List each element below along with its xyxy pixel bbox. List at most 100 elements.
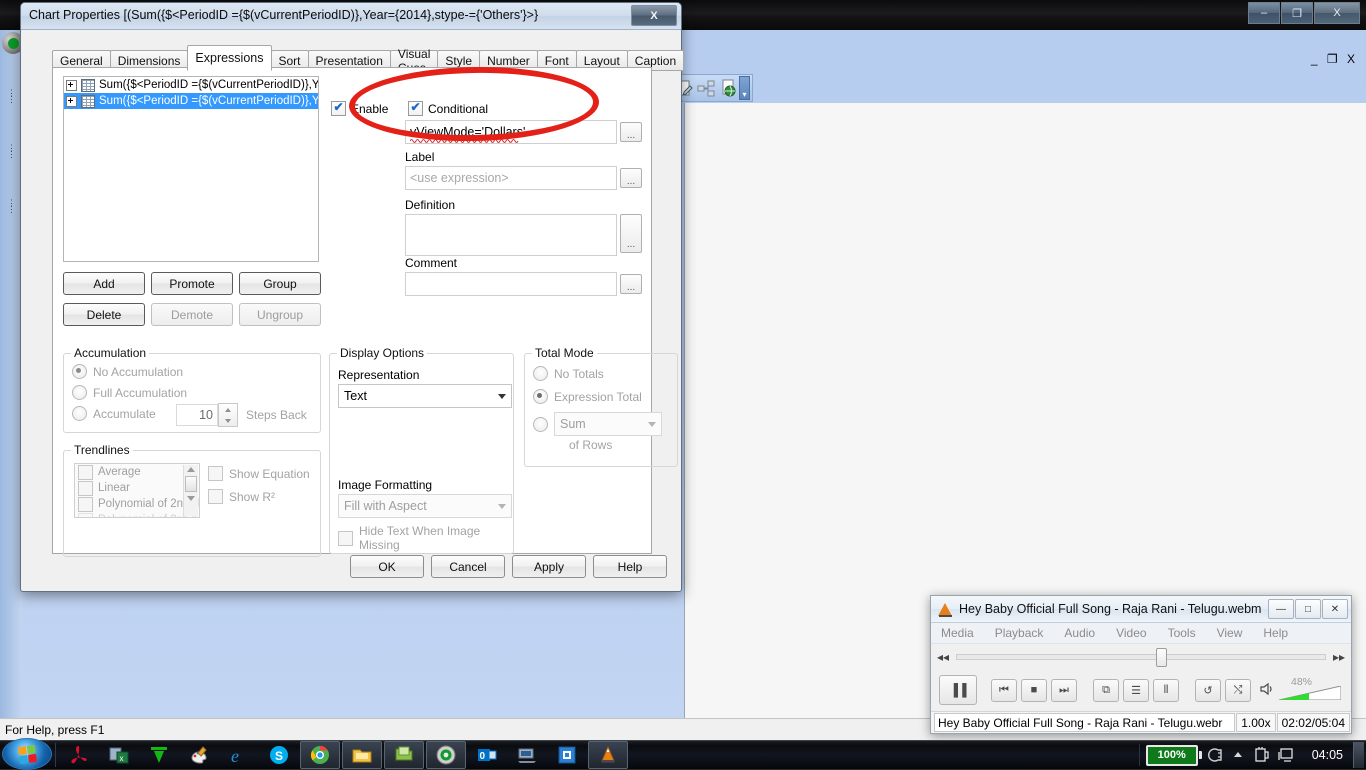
label-input[interactable]: <use expression> — [405, 166, 617, 190]
qlikview-window-controls[interactable]: – ❐ X — [1248, 2, 1360, 24]
stop-button[interactable]: ■ — [1021, 678, 1047, 702]
mdi-minimize-button[interactable]: _ — [1311, 52, 1321, 66]
conditional-checkbox[interactable]: Conditional — [408, 101, 488, 116]
list-item[interactable]: Sum({$<PeriodID ={$(vCurrentPeriodID)},Y… — [64, 77, 318, 93]
playback-time[interactable]: 02:02/05:04 — [1276, 713, 1350, 732]
taskbar-icon-utorrent[interactable] — [140, 742, 178, 768]
delete-button[interactable]: Delete — [63, 303, 145, 326]
toolbar-overflow-chevron-icon-2[interactable]: ▾ — [739, 76, 750, 100]
conditional-browse-button[interactable]: ... — [620, 122, 642, 142]
definition-input[interactable] — [405, 214, 617, 256]
equalizer-button[interactable]: ⦀ — [1153, 678, 1179, 702]
show-desktop-button[interactable] — [1353, 742, 1364, 768]
promote-button[interactable]: Promote — [151, 272, 233, 295]
shuffle-button[interactable]: ⤭ — [1225, 678, 1251, 702]
comment-browse-button[interactable]: ... — [620, 274, 642, 294]
rewind-icon[interactable]: ◂◂ — [937, 650, 949, 664]
taskbar-icon-remote-desktop[interactable] — [508, 742, 546, 768]
vlc-seek-row[interactable]: ◂◂ ▸▸ — [931, 644, 1351, 670]
playback-speed[interactable]: 1.00x — [1236, 713, 1276, 732]
system-tray[interactable]: 100% 04:05 — [1133, 741, 1366, 769]
enable-checkbox[interactable]: Enable — [331, 101, 388, 116]
mdi-restore-button[interactable]: ❐ — [1327, 52, 1341, 66]
close-button[interactable]: X — [1314, 2, 1360, 24]
close-button[interactable]: ✕ — [1322, 599, 1348, 619]
vlc-media-player-window[interactable]: Hey Baby Official Full Song - Raja Rani … — [930, 595, 1352, 734]
list-item[interactable]: Sum({$<PeriodID ={$(vCurrentPeriodID)},Y… — [64, 93, 318, 109]
seek-thumb[interactable] — [1155, 648, 1167, 667]
scroll-up-icon[interactable] — [187, 467, 195, 472]
panel-grip-1[interactable]: ⋮ ⋮ — [7, 89, 16, 104]
restore-button[interactable]: ❐ — [1281, 2, 1313, 24]
panel-grip-2[interactable]: ⋮ ⋮ — [7, 144, 16, 159]
restore-button[interactable]: □ — [1295, 599, 1321, 619]
menu-video[interactable]: Video — [1116, 626, 1146, 640]
menu-audio[interactable]: Audio — [1064, 626, 1095, 640]
volume-slider[interactable]: 48% — [1279, 676, 1343, 701]
taskbar-icon-google-chrome[interactable] — [300, 741, 340, 769]
table-viewer-icon[interactable] — [696, 78, 716, 98]
next-button[interactable]: ⏭ — [1051, 678, 1077, 702]
group-button[interactable]: Group — [239, 272, 321, 295]
play-pause-button[interactable]: ▐▐ — [939, 675, 977, 705]
vlc-control-bar[interactable]: ▐▐ ⏮ ■ ⏭ ⧉ ☰ ⦀ ↺ ⤭ 48% — [931, 670, 1351, 710]
menu-tools[interactable]: Tools — [1168, 626, 1196, 640]
network-icon[interactable] — [1204, 745, 1224, 765]
taskbar-icon-folder-app[interactable] — [384, 741, 424, 769]
add-button[interactable]: Add — [63, 272, 145, 295]
taskbar-icon-paint[interactable] — [180, 742, 218, 768]
monitor-icon[interactable] — [1276, 745, 1296, 765]
seek-slider[interactable] — [956, 648, 1326, 667]
chevron-down-icon[interactable] — [498, 393, 506, 399]
definition-browse-button[interactable]: ... — [620, 214, 642, 253]
ok-button[interactable]: OK — [350, 555, 424, 578]
help-button[interactable]: Help — [593, 555, 667, 578]
label-browse-button[interactable]: ... — [620, 168, 642, 188]
speaker-icon[interactable] — [1259, 682, 1275, 699]
close-icon[interactable]: X — [631, 5, 677, 26]
checkbox-icon[interactable] — [331, 101, 346, 116]
checkbox-icon[interactable] — [408, 101, 423, 116]
expression-list[interactable]: Sum({$<PeriodID ={$(vCurrentPeriodID)},Y… — [63, 76, 319, 262]
taskbar-icon-sql-app[interactable] — [548, 742, 586, 768]
vlc-title-bar[interactable]: Hey Baby Official Full Song - Raja Rani … — [931, 596, 1351, 623]
menu-media[interactable]: Media — [941, 626, 974, 640]
reload-globe-icon[interactable] — [718, 78, 738, 98]
panel-grip-3[interactable]: ⋮ ⋮ — [7, 199, 16, 214]
fast-forward-icon[interactable]: ▸▸ — [1333, 650, 1345, 664]
trendlines-scrollbar[interactable] — [183, 465, 198, 516]
menu-view[interactable]: View — [1217, 626, 1243, 640]
expand-plus-icon[interactable] — [66, 95, 77, 107]
taskbar-icon-internet-explorer[interactable]: e — [220, 742, 258, 768]
playlist-button[interactable]: ☰ — [1123, 678, 1149, 702]
battery-indicator[interactable]: 100% — [1145, 744, 1202, 766]
taskbar-clock[interactable]: 04:05 — [1312, 748, 1343, 762]
windows-taskbar[interactable]: x e S 0 100% 04:05 — [0, 738, 1366, 770]
conditional-input[interactable]: vViewMode='Dollars' — [405, 120, 617, 144]
mdi-close-button[interactable]: X — [1347, 52, 1358, 66]
previous-button[interactable]: ⏮ — [991, 678, 1017, 702]
vlc-window-controls[interactable]: — □ ✕ — [1268, 599, 1348, 619]
minimize-button[interactable]: — — [1268, 599, 1294, 619]
apply-button[interactable]: Apply — [512, 555, 586, 578]
plug-icon[interactable] — [1252, 745, 1272, 765]
taskbar-icon-windows-explorer[interactable] — [342, 741, 382, 769]
loop-button[interactable]: ↺ — [1195, 678, 1221, 702]
menu-help[interactable]: Help — [1263, 626, 1288, 640]
start-button[interactable] — [2, 738, 52, 770]
taskbar-icon-outlook[interactable]: 0 — [468, 742, 506, 768]
taskbar-icon-vlc-media-player[interactable] — [588, 741, 628, 769]
dialog-title-bar[interactable]: Chart Properties [(Sum({$<PeriodID ={$(v… — [21, 3, 681, 30]
qlikview-mdi-controls[interactable]: _ ❐ X — [1311, 52, 1358, 66]
scrollbar-thumb[interactable] — [185, 476, 197, 492]
menu-playback[interactable]: Playback — [995, 626, 1044, 640]
minimize-button[interactable]: – — [1248, 2, 1280, 24]
expand-plus-icon[interactable] — [66, 79, 77, 91]
taskbar-icon-qlikview[interactable] — [426, 741, 466, 769]
cancel-button[interactable]: Cancel — [431, 555, 505, 578]
chart-properties-dialog[interactable]: Chart Properties [(Sum({$<PeriodID ={$(v… — [20, 2, 685, 592]
representation-select[interactable]: Text — [338, 384, 512, 408]
comment-input[interactable] — [405, 272, 617, 296]
vlc-menu-bar[interactable]: Media Playback Audio Video Tools View He… — [931, 623, 1351, 644]
fullscreen-button[interactable]: ⧉ — [1093, 678, 1119, 702]
